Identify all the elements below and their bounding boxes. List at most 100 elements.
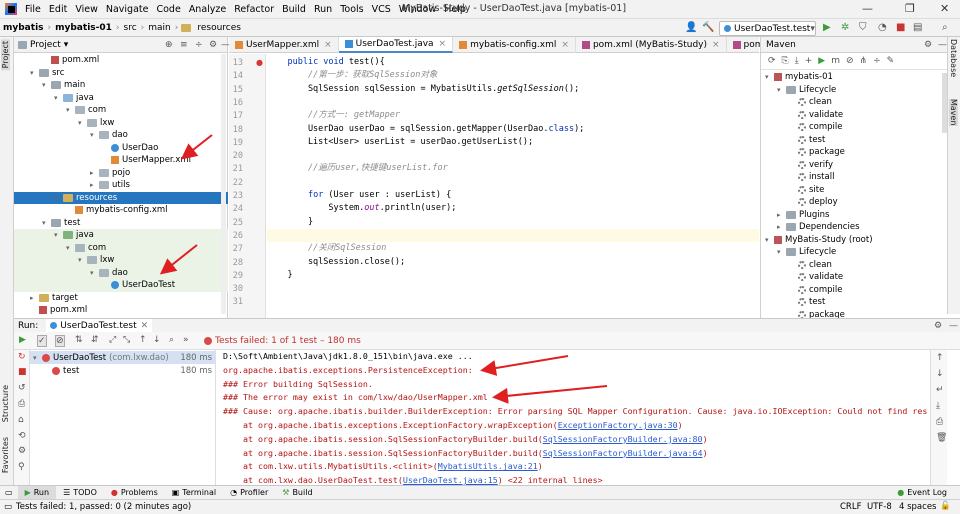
code-line[interactable]: //方式一: getMapper (267, 109, 759, 122)
chevron-down-icon[interactable]: ▾ (90, 131, 98, 139)
project-tree-item[interactable]: pom.xml (14, 304, 228, 317)
sort-duration-icon[interactable]: ⇵ (91, 335, 99, 345)
collapse-tree-icon[interactable]: ⤡ (123, 335, 130, 345)
menu-navigate[interactable]: Navigate (102, 4, 153, 15)
bottom-tab-run[interactable]: ▶ Run (17, 485, 57, 500)
menu-file[interactable]: File (21, 4, 45, 15)
more-icon[interactable]: » (183, 335, 189, 345)
run-test-gutter-icon[interactable]: ● (256, 58, 263, 67)
chevron-right-icon[interactable]: ▸ (777, 223, 785, 231)
maven-tree-item[interactable]: test (789, 134, 825, 147)
code-line[interactable] (267, 176, 759, 189)
close-tab-icon[interactable]: × (439, 39, 447, 49)
menu-vcs[interactable]: VCS (368, 4, 395, 15)
bottom-tab-profiler[interactable]: ◔ Profiler (223, 486, 275, 500)
restore-icon[interactable]: ❐ (905, 2, 915, 15)
chevron-down-icon[interactable]: ▾ (777, 248, 785, 256)
chevron-right-icon[interactable]: ▸ (90, 181, 98, 189)
project-tree-item[interactable]: UserDaoTest (14, 279, 228, 292)
database-side-tab[interactable]: Database (949, 39, 958, 77)
line-separator[interactable]: CRLF (840, 502, 861, 512)
clear-icon[interactable]: 🗑 (936, 433, 947, 443)
maven-tree-item[interactable]: deploy (789, 196, 838, 209)
maven-tree-item[interactable]: ▸ Plugins (777, 209, 829, 222)
maven-tree-item[interactable]: compile (789, 121, 843, 134)
hide-panel-icon[interactable]: — (949, 321, 958, 331)
maven-tree-item[interactable]: ▾ Lifecycle (777, 246, 836, 259)
project-tree-item[interactable]: UserMapper.xml (14, 154, 228, 167)
chevron-down-icon[interactable]: ▾ (54, 194, 62, 202)
search-everywhere-icon[interactable]: ⌕ (942, 22, 948, 33)
minimize-icon[interactable]: — (862, 2, 873, 15)
hide-panel-icon[interactable]: — (938, 40, 947, 50)
breadcrumb-src[interactable]: src (121, 23, 140, 33)
project-tree-item[interactable]: mybatis-config.xml (14, 204, 228, 217)
code-line[interactable]: UserDao userDao = sqlSession.getMapper(U… (267, 123, 759, 136)
structure-icon[interactable]: ▤ (913, 22, 922, 33)
maven-tree-item[interactable]: install (789, 171, 834, 184)
chevron-down-icon[interactable]: ▾ (78, 119, 86, 127)
chevron-down-icon[interactable]: ▾ (66, 106, 74, 114)
chevron-down-icon[interactable]: ▾ (54, 94, 62, 102)
menu-build[interactable]: Build (278, 4, 310, 15)
test-method-row[interactable]: test 180 ms (30, 364, 216, 377)
project-tree-item[interactable]: ▾ resources (14, 191, 228, 204)
maven-tree-item[interactable]: ▸ Dependencies (777, 221, 860, 234)
maven-scrollbar[interactable] (942, 73, 947, 133)
search-icon[interactable]: ⌕ (169, 335, 174, 345)
project-tree-item[interactable]: ▾ com (14, 104, 228, 117)
project-tree-item[interactable]: ▾ java (14, 229, 228, 242)
stacktrace-link[interactable]: ExceptionFactory.java:30 (558, 420, 678, 430)
project-tree-item[interactable]: ▾ dao (14, 266, 228, 279)
debug-icon[interactable]: ✲ (841, 22, 849, 33)
code-line[interactable]: //遍历user,快捷键userList.for (267, 162, 759, 175)
previous-failed-icon[interactable]: ↑ (139, 335, 147, 345)
user-icon[interactable]: 👤 (685, 22, 697, 33)
download-icon[interactable]: ⤓ (795, 56, 799, 66)
history-icon[interactable]: ⟲ (18, 431, 26, 441)
menu-tools[interactable]: Tools (336, 4, 367, 15)
indent-setting[interactable]: 4 spaces (899, 502, 936, 512)
chevron-down-icon[interactable]: ▾ (42, 219, 50, 227)
breadcrumb-resources[interactable]: resources (194, 23, 244, 33)
chevron-down-icon[interactable]: ▾ (54, 231, 62, 239)
project-tree-item[interactable]: UserDao (14, 142, 228, 155)
show-dependencies-icon[interactable]: ⋔ (860, 56, 868, 66)
editor-tab[interactable]: UserDaoTest.java × (338, 37, 454, 53)
bottom-tab-build[interactable]: ⚒ Build (275, 486, 319, 500)
rerun-failed-icon[interactable]: ↻ (18, 352, 26, 362)
settings-gear-icon[interactable]: ⚙ (924, 40, 932, 50)
expand-all-icon[interactable]: ÷ (195, 40, 203, 50)
chevron-down-icon[interactable]: ▾ (777, 86, 785, 94)
code-line[interactable]: for (User user : userList) { (267, 189, 759, 202)
project-side-tab[interactable]: Project (1, 39, 10, 71)
code-line[interactable]: } (267, 216, 759, 229)
menu-refactor[interactable]: Refactor (230, 4, 278, 15)
stop-icon[interactable]: ■ (896, 22, 905, 33)
camera-icon[interactable]: ⌂ (18, 415, 24, 425)
pin-icon[interactable]: ⚲ (18, 462, 25, 472)
chevron-down-icon[interactable]: ▾ (42, 81, 50, 89)
editor-tab[interactable]: UserMapper.xml × (229, 37, 339, 53)
execute-goal-icon[interactable]: m (831, 56, 840, 66)
maven-tree-item[interactable]: ▾ Lifecycle (777, 84, 836, 97)
next-failed-icon[interactable]: ↓ (153, 335, 161, 345)
code-line[interactable]: System.out.println(user); (267, 202, 759, 215)
console-output[interactable]: D:\Soft\Ambient\Java\jdk1.8.0_151\bin\ja… (217, 350, 930, 485)
rerun-icon[interactable]: ▶ (19, 335, 26, 345)
code-line[interactable]: } (267, 269, 759, 282)
structure-side-tab[interactable]: Structure (1, 385, 10, 422)
wrench-icon[interactable]: ✎ (887, 56, 895, 66)
toggle-auto-test-icon[interactable]: ↺ (18, 383, 26, 393)
file-encoding[interactable]: UTF-8 (867, 502, 892, 512)
import-tests-icon[interactable]: ⤢ (109, 335, 116, 345)
menu-code[interactable]: Code (152, 4, 184, 15)
maven-tree-item[interactable]: verify (789, 159, 833, 172)
chevron-right-icon[interactable]: ▸ (90, 169, 98, 177)
build-hammer-icon[interactable]: 🔨 (702, 22, 714, 33)
chevron-down-icon[interactable]: ▾ (90, 269, 98, 277)
close-tab-icon[interactable]: × (324, 40, 332, 50)
maven-tree-item[interactable]: site (789, 184, 824, 197)
project-tree-item[interactable]: ▾ lxw (14, 254, 228, 267)
project-scrollbar[interactable] (221, 54, 226, 314)
